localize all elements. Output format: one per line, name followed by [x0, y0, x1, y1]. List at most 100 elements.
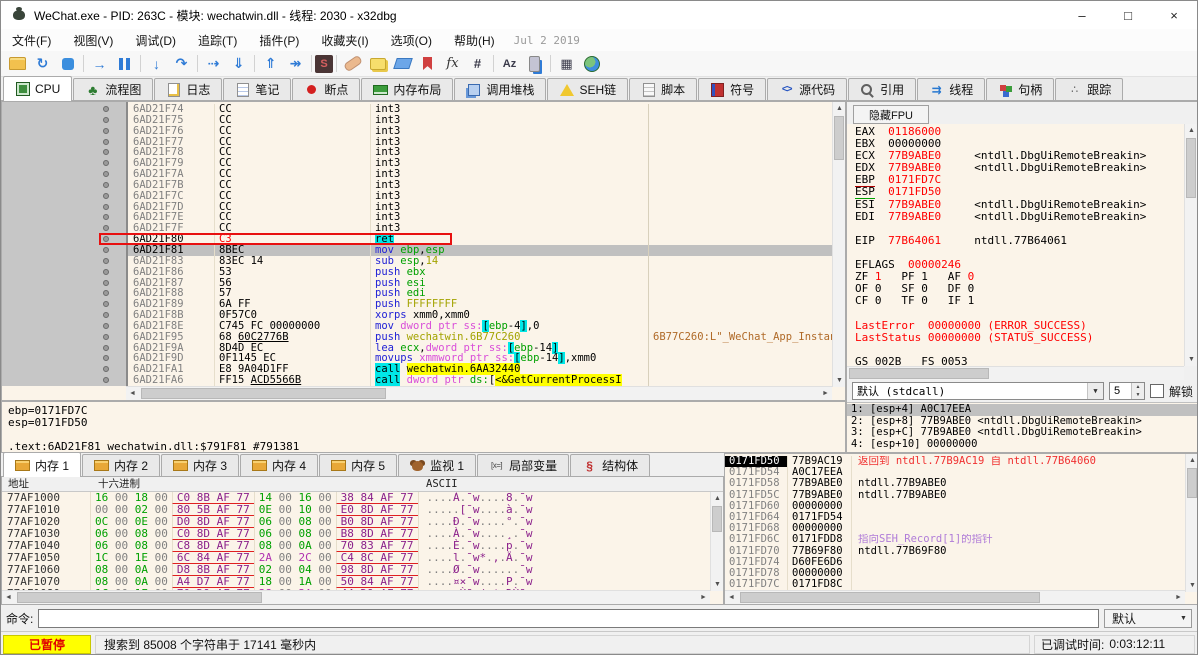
breakpoint-dot[interactable] — [103, 139, 109, 145]
breakpoint-dot[interactable] — [103, 214, 109, 220]
hide-fpu-button[interactable]: 隐藏FPU — [853, 105, 929, 124]
command-profile-select[interactable]: 默认 — [1104, 609, 1192, 628]
disasm-vscrollbar[interactable] — [832, 102, 845, 387]
register-line[interactable]: EIP 77B64061 ntdll.77B64061 — [855, 235, 1184, 247]
open-file-icon[interactable] — [5, 53, 30, 75]
breakpoint-gutter-cell[interactable] — [2, 267, 128, 278]
disasm-row[interactable]: 6AD21F75CCint3 — [2, 115, 832, 126]
menu-item[interactable]: 选项(O) — [380, 29, 443, 51]
calculator-icon[interactable]: ▦ — [554, 53, 579, 75]
scroll-up-arrow[interactable] — [1185, 124, 1198, 137]
scroll-thumb[interactable] — [17, 592, 262, 603]
step-into-icon[interactable]: ↓ — [144, 53, 169, 75]
disasm-row[interactable]: 6AD21F74CCint3 — [2, 104, 832, 115]
scroll-left-arrow[interactable] — [725, 591, 738, 604]
dump-tab-struct[interactable]: §结构体 — [570, 454, 650, 476]
breakpoint-dot[interactable] — [103, 204, 109, 210]
dump-tab-mem1[interactable]: 内存 1 — [3, 452, 81, 477]
breakpoint-gutter-cell[interactable] — [2, 310, 128, 321]
register-line[interactable]: CF 0 TF 0 IF 1 — [855, 295, 1184, 307]
scroll-thumb[interactable] — [834, 116, 844, 160]
disasm-row[interactable]: 6AD21F77CCint3 — [2, 137, 832, 148]
disasm-row[interactable]: 6AD21F7BCCint3 — [2, 180, 832, 191]
registers-hscrollbar[interactable] — [847, 366, 1184, 380]
tab-symbols[interactable]: 符号 — [698, 78, 766, 100]
restart-icon[interactable]: ↻ — [30, 53, 55, 75]
dump-tab-mem2[interactable]: 内存 2 — [82, 454, 160, 476]
scroll-right-arrow[interactable] — [819, 387, 832, 400]
scroll-down-arrow[interactable] — [1185, 353, 1198, 366]
close-button[interactable]: × — [1151, 1, 1197, 29]
scroll-thumb[interactable] — [141, 388, 386, 399]
breakpoint-gutter-cell[interactable] — [2, 180, 128, 191]
disasm-row[interactable]: 6AD21F79CCint3 — [2, 158, 832, 169]
breakpoint-gutter-cell[interactable] — [2, 147, 128, 158]
breakpoint-dot[interactable] — [103, 290, 109, 296]
tab-callstack[interactable]: 调用堆栈 — [454, 78, 546, 100]
trace-device-icon[interactable] — [522, 53, 547, 75]
breakpoint-dot[interactable] — [103, 128, 109, 134]
tab-handles[interactable]: 句柄 — [986, 78, 1054, 100]
breakpoint-gutter-cell[interactable] — [2, 202, 128, 213]
tab-seh[interactable]: SEH链 — [547, 78, 628, 100]
stack-row[interactable]: 0171FD7077B69F80ntdll.77B69F80 — [725, 546, 1185, 557]
menu-item[interactable]: 帮助(H) — [443, 29, 506, 51]
breakpoint-dot[interactable] — [103, 366, 109, 372]
command-input[interactable] — [38, 609, 1099, 628]
hash-icon[interactable]: # — [465, 53, 490, 75]
breakpoint-dot[interactable] — [103, 171, 109, 177]
maximize-button[interactable]: □ — [1105, 1, 1151, 29]
breakpoint-gutter-cell[interactable] — [2, 278, 128, 289]
scroll-thumb[interactable] — [1186, 138, 1196, 198]
breakpoint-gutter-cell[interactable] — [2, 343, 128, 354]
scroll-down-arrow[interactable] — [1186, 579, 1198, 592]
tab-log[interactable]: 日志 — [154, 78, 222, 100]
dump-tab-mem4[interactable]: 内存 4 — [240, 454, 318, 476]
disasm-row[interactable]: 6AD21F7DCCint3 — [2, 202, 832, 213]
breakpoint-dot[interactable] — [103, 117, 109, 123]
scroll-thumb[interactable] — [712, 506, 722, 532]
breakpoint-gutter-cell[interactable] — [2, 375, 128, 386]
tab-memmap[interactable]: 内存布局 — [361, 78, 453, 100]
execute-till-return-icon[interactable]: ⇑ — [258, 53, 283, 75]
breakpoint-dot[interactable] — [103, 334, 109, 340]
breakpoint-dot[interactable] — [103, 280, 109, 286]
breakpoint-dot[interactable] — [103, 301, 109, 307]
scroll-up-arrow[interactable] — [711, 492, 724, 505]
stack-arg-row[interactable]: 1: [esp+4] A0C17EEA — [847, 404, 1198, 416]
stack-row[interactable]: 0171FD5877B9ABE0ntdll.77B9ABE0 — [725, 478, 1185, 489]
title-bar[interactable]: WeChat.exe - PID: 263C - 模块: wechatwin.d… — [1, 1, 1197, 29]
spinner-up-icon[interactable] — [1132, 383, 1144, 391]
spinner-down-icon[interactable] — [1132, 391, 1144, 399]
scroll-thumb[interactable] — [1187, 468, 1197, 498]
breakpoint-dot[interactable] — [103, 225, 109, 231]
breakpoint-dot[interactable] — [103, 149, 109, 155]
breakpoint-dot[interactable] — [103, 377, 109, 383]
breakpoint-dot[interactable] — [103, 182, 109, 188]
function-icon[interactable]: fx — [440, 53, 465, 75]
breakpoint-gutter-cell[interactable] — [2, 256, 128, 267]
tab-references[interactable]: 引用 — [848, 78, 916, 100]
breakpoint-dot[interactable] — [103, 160, 109, 166]
menu-item[interactable]: 调试(D) — [124, 29, 187, 51]
disasm-hscrollbar[interactable] — [126, 386, 832, 400]
breakpoint-gutter-cell[interactable] — [2, 364, 128, 375]
stack-arg-row[interactable]: 4: [esp+10] 00000000 — [847, 439, 1198, 451]
breakpoint-gutter-cell[interactable] — [2, 321, 128, 332]
dump-vscrollbar[interactable] — [710, 492, 723, 591]
step-over-icon[interactable]: ↷ — [169, 53, 194, 75]
breakpoint-dot[interactable] — [103, 193, 109, 199]
breakpoint-dot[interactable] — [103, 247, 109, 253]
breakpoint-dot[interactable] — [103, 258, 109, 264]
breakpoint-gutter-cell[interactable] — [2, 353, 128, 364]
scroll-down-arrow[interactable] — [833, 374, 846, 387]
stack-arg-row[interactable]: 3: [esp+C] 77B9ABE0 <ntdll.DbgUiRemoteBr… — [847, 427, 1198, 439]
pause-icon[interactable] — [112, 53, 137, 75]
breakpoint-gutter-cell[interactable] — [2, 299, 128, 310]
step-out-icon[interactable]: ⇓ — [226, 53, 251, 75]
run-to-user-code-icon[interactable]: ↠ — [283, 53, 308, 75]
unlock-checkbox[interactable] — [1150, 384, 1164, 398]
breakpoint-dot[interactable] — [103, 355, 109, 361]
scroll-up-arrow[interactable] — [833, 102, 846, 115]
menu-item[interactable]: 插件(P) — [248, 29, 310, 51]
